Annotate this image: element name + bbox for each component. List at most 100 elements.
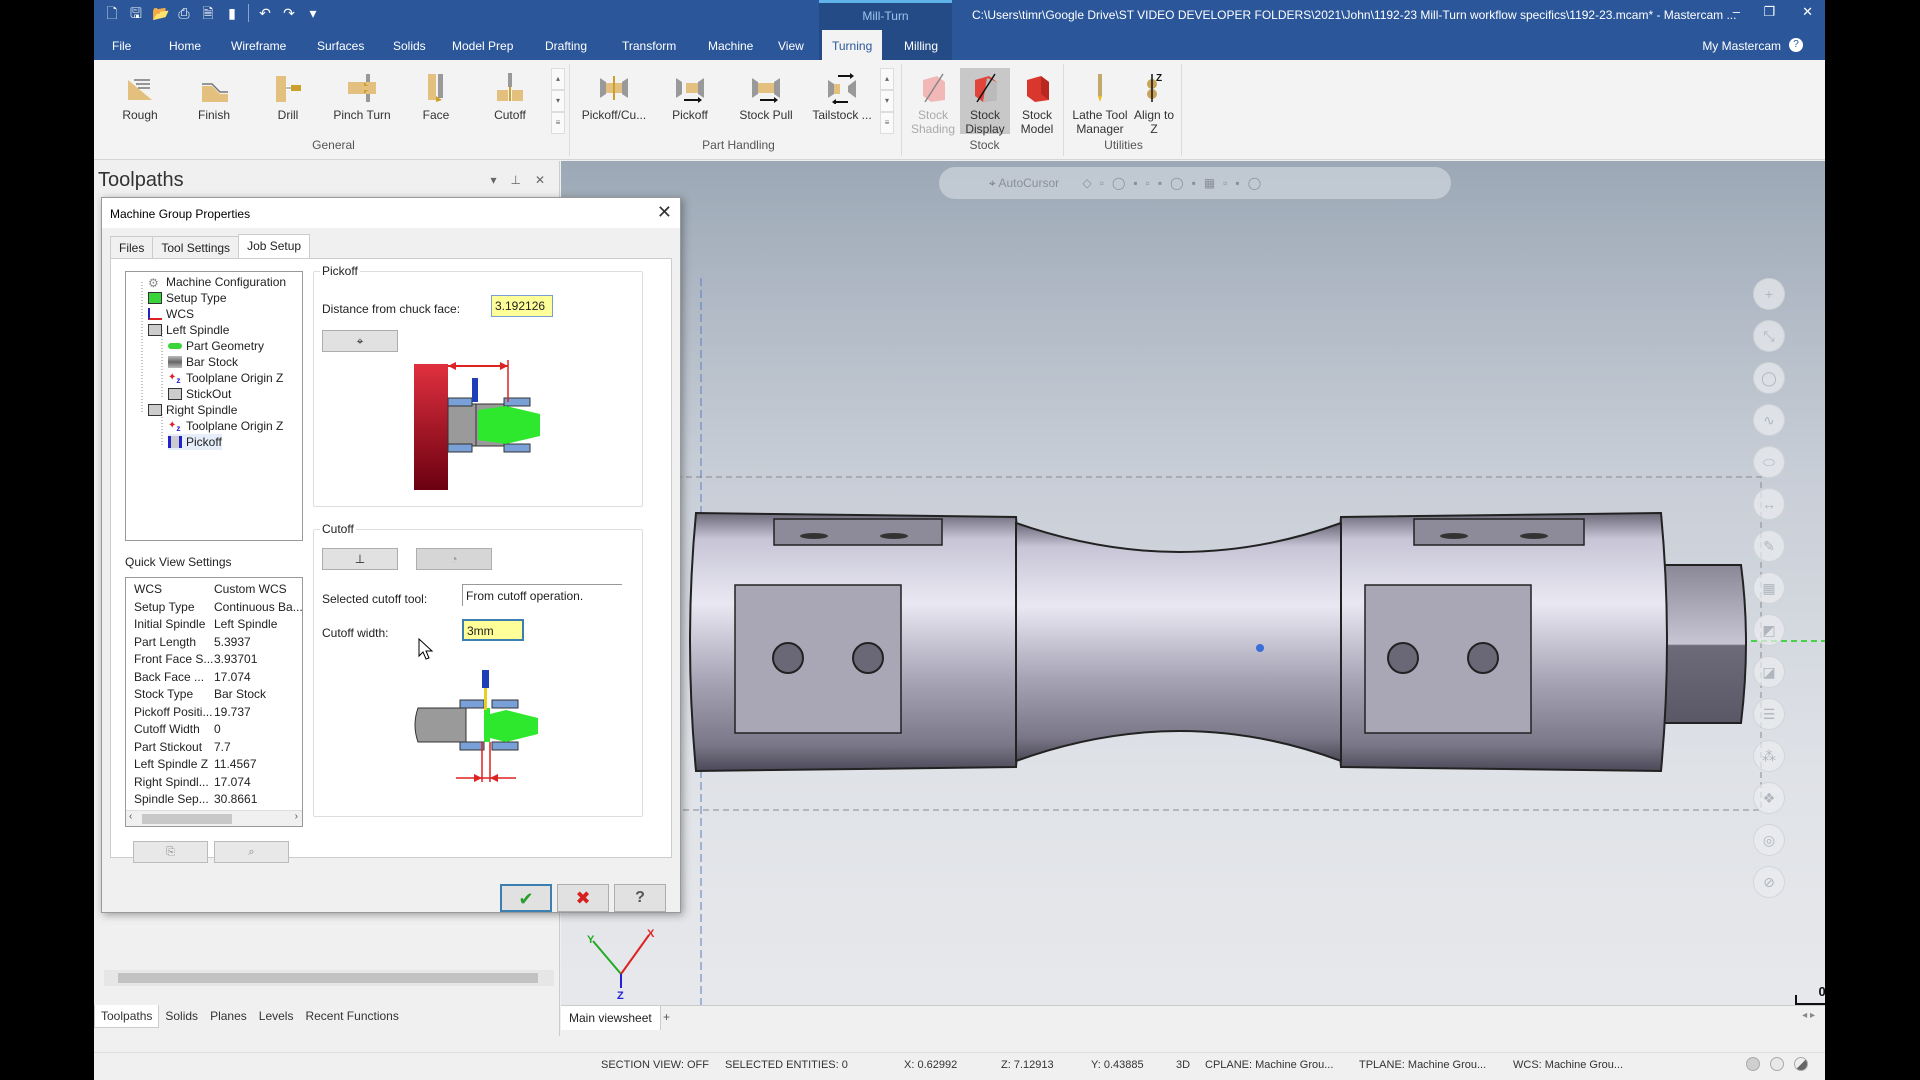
save-as-icon[interactable]: 🗎 (200, 5, 216, 21)
scrollbar-thumb[interactable] (118, 973, 538, 983)
preview-button[interactable]: ⌕ (214, 841, 289, 863)
viewsheet-nav[interactable]: ◂ ▸ (1802, 1010, 1815, 1021)
restore-button[interactable]: ❐ (1763, 4, 1775, 20)
dialog-close-button[interactable]: ✕ (657, 202, 672, 223)
surface-icon[interactable]: ▦ (1753, 572, 1785, 604)
y-coordinate[interactable]: Y: 0.43885 (1091, 1059, 1144, 1071)
tree-item-stickout[interactable]: StickOut (168, 386, 231, 402)
tailstock-button[interactable]: Tailstock ... (808, 68, 876, 134)
tab-tool-settings[interactable]: Tool Settings (152, 236, 240, 258)
trim-icon[interactable]: ⤡ (1753, 320, 1785, 352)
gallery-scroll-up[interactable]: ▴ (880, 68, 894, 90)
save-icon[interactable]: 🖫 (128, 5, 144, 21)
cancel-button[interactable]: ✖ (557, 884, 609, 912)
panel-menu-icon[interactable]: ▾ (490, 173, 496, 187)
my-mastercam-link[interactable]: My Mastercam (1702, 39, 1781, 53)
tree-item-bar-stock[interactable]: Bar Stock (168, 354, 238, 370)
levels-icon[interactable]: ☰ (1753, 698, 1785, 730)
tab-view[interactable]: View (768, 30, 814, 60)
clipboard-icon[interactable]: ▮ (224, 5, 240, 21)
tab-file[interactable]: File (102, 30, 141, 60)
pickoff-button[interactable]: Pickoff (656, 68, 724, 134)
analyze-icon[interactable]: ⁂ (1753, 740, 1785, 772)
tab-wireframe[interactable]: Wireframe (221, 30, 296, 60)
gallery-expand[interactable]: ≡ (880, 112, 894, 134)
add-viewsheet-button[interactable]: + (663, 1010, 670, 1024)
panel-horizontal-scrollbar[interactable] (104, 970, 554, 986)
tree-item-pickoff[interactable]: Pickoff (168, 434, 222, 450)
scrollbar-thumb[interactable] (142, 814, 232, 824)
tab-milling[interactable]: Milling (894, 30, 948, 60)
shaded-display-icon[interactable] (1770, 1057, 1784, 1071)
hatch-icon[interactable]: ✎ (1753, 530, 1785, 562)
tab-model-prep[interactable]: Model Prep (442, 30, 523, 60)
tree-item-toolplane-origin-z-left[interactable]: ✦z Toolplane Origin Z (168, 370, 283, 386)
new-file-icon[interactable]: 🗋 (104, 5, 120, 21)
tab-recent-functions[interactable]: Recent Functions (299, 1005, 404, 1028)
ok-button[interactable]: ✔ (500, 884, 552, 912)
color-fill-icon[interactable]: ◪ (1753, 656, 1785, 688)
rough-button[interactable]: Rough (106, 68, 174, 134)
tab-surfaces[interactable]: Surfaces (307, 30, 374, 60)
graphics-viewport[interactable]: ⌖ AutoCursor ◇▫◯▪▫▪◯▪▦▫▪◯ Y X Z + ⤡ ◯ ∿ … (561, 161, 1825, 1030)
view-mode[interactable]: 3D (1176, 1059, 1190, 1071)
customize-icon[interactable]: ▾ (305, 5, 321, 21)
select-position-button[interactable]: ⌖ (322, 330, 398, 352)
select-cutoff-tool-button[interactable]: ⊥ (322, 548, 398, 570)
gallery-scroll-down[interactable]: ▾ (551, 90, 565, 112)
solid-icon[interactable]: ⬭ (1753, 446, 1785, 478)
help-icon[interactable]: ? (1789, 38, 1803, 52)
scroll-left-icon[interactable]: ‹ (129, 811, 132, 822)
cplane-selector[interactable]: CPLANE: Machine Grou... (1205, 1059, 1333, 1071)
tab-home[interactable]: Home (159, 30, 211, 60)
section-view-status[interactable]: SECTION VIEW: OFF (601, 1059, 709, 1071)
tab-solids[interactable]: Solids (383, 30, 436, 60)
dimension-icon[interactable]: ↔ (1753, 488, 1785, 520)
tab-drafting[interactable]: Drafting (535, 30, 597, 60)
tree-item-setup-type[interactable]: Setup Type (148, 290, 227, 306)
circle-icon[interactable]: ◯ (1753, 362, 1785, 394)
tree-item-machine-configuration[interactable]: ⚙ Machine Configuration (148, 274, 286, 290)
drill-button[interactable]: Drill (254, 68, 322, 134)
finish-button[interactable]: Finish (180, 68, 248, 134)
cutoff-width-input[interactable]: 3mm (462, 619, 524, 641)
layers-icon[interactable]: ❖ (1753, 782, 1785, 814)
tree-item-left-spindle[interactable]: Left Spindle (148, 322, 229, 338)
open-icon[interactable]: 📂 (152, 5, 169, 21)
align-to-z-button[interactable]: Z Align to Z (1130, 68, 1178, 136)
tab-machine[interactable]: Machine (698, 30, 763, 60)
gallery-scroll-down[interactable]: ▾ (880, 90, 894, 112)
tree-item-toolplane-origin-z-right[interactable]: ✦z Toolplane Origin Z (168, 418, 283, 434)
tab-transform[interactable]: Transform (612, 30, 686, 60)
quick-view-scrollbar[interactable]: ‹ › (126, 810, 302, 826)
pin-icon[interactable]: ⊥ (510, 173, 520, 187)
color-icon[interactable]: ◩ (1753, 614, 1785, 646)
stock-shading-button[interactable]: Stock Shading (908, 68, 958, 136)
wcs-selector[interactable]: WCS: Machine Grou... (1513, 1059, 1623, 1071)
stock-model-button[interactable]: Stock Model (1012, 68, 1062, 136)
tab-planes[interactable]: Planes (204, 1005, 253, 1028)
lathe-tool-manager-button[interactable]: Lathe Tool Manager (1070, 68, 1130, 136)
scroll-right-icon[interactable]: › (295, 811, 298, 822)
spline-icon[interactable]: ∿ (1753, 404, 1785, 436)
tab-turning[interactable]: Turning (822, 30, 883, 60)
cutoff-button[interactable]: Cutoff (476, 68, 544, 134)
pickoff-cutoff-button[interactable]: Pickoff/Cu... (580, 68, 648, 134)
distance-from-chuck-input[interactable]: 3.192126 (491, 295, 553, 317)
undo-icon[interactable]: ↶ (257, 5, 273, 21)
tab-files[interactable]: Files (110, 236, 154, 258)
close-panel-icon[interactable]: ✕ (535, 173, 545, 187)
tree-item-wcs[interactable]: WCS (148, 306, 194, 322)
stock-pull-button[interactable]: Stock Pull (732, 68, 800, 134)
wireframe-display-icon[interactable] (1746, 1057, 1760, 1071)
gallery-expand[interactable]: ≡ (551, 112, 565, 134)
pinch-turn-button[interactable]: Pinch Turn (328, 68, 396, 134)
help-button[interactable]: ? (614, 884, 666, 912)
view-icon[interactable]: ◎ (1753, 824, 1785, 856)
tree-item-part-geometry[interactable]: Part Geometry (168, 338, 264, 354)
tree-item-right-spindle[interactable]: Right Spindle (148, 402, 237, 418)
tab-main-viewsheet[interactable]: Main viewsheet (561, 1006, 661, 1030)
tab-job-setup[interactable]: Job Setup (238, 234, 311, 258)
add-icon[interactable]: + (1753, 278, 1785, 310)
tab-levels[interactable]: Levels (253, 1005, 300, 1028)
